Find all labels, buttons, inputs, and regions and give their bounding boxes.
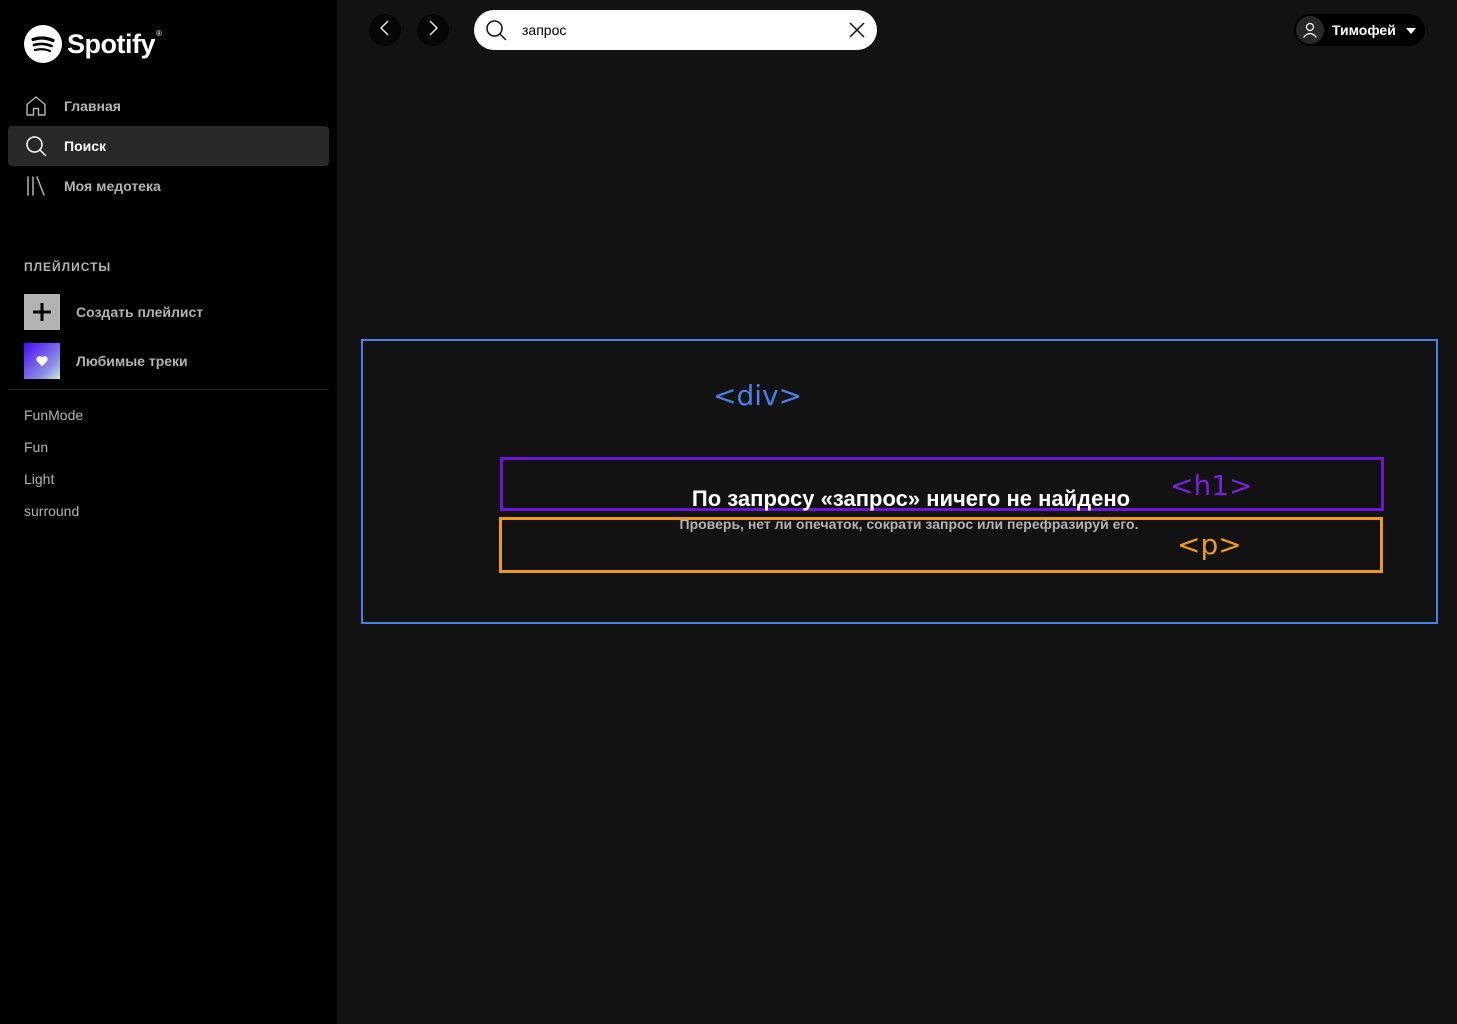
create-playlist-label: Создать плейлист [76,304,204,320]
playlist-item[interactable]: FunMode [24,405,83,437]
chevron-left-icon [377,20,393,41]
sidebar-divider [8,389,329,390]
liked-songs-button[interactable]: Любимые треки [24,343,188,379]
p-annotation-label: <p> [1177,528,1242,561]
search-icon [24,134,48,158]
chevron-right-icon [425,20,441,41]
forward-button[interactable] [417,14,449,46]
heart-icon [24,343,60,379]
spotify-logo[interactable]: Spotify® [24,25,162,63]
back-button[interactable] [369,14,401,46]
spotify-logo-icon [24,25,62,63]
nav-item-label: Главная [64,98,121,114]
plus-icon [24,294,60,330]
main-nav: Главная Поиск Моя медотека [8,86,329,206]
create-playlist-button[interactable]: Создать плейлист [24,294,203,330]
playlist-item[interactable]: Light [24,469,83,501]
nav-item-home[interactable]: Главная [8,86,329,126]
user-name: Тимофей [1332,22,1396,38]
nav-item-library[interactable]: Моя медотека [8,166,329,206]
no-results-title: По запросу «запрос» ничего не найдено [691,486,1131,511]
search-icon [484,18,508,47]
nav-item-search[interactable]: Поиск [8,126,329,166]
app: Spotify® Главная Поиск Моя медотека ПЛЕЙ… [0,0,1457,1024]
nav-item-label: Поиск [64,138,107,154]
playlist-item[interactable]: Fun [24,437,83,469]
nav-item-label: Моя медотека [64,178,161,194]
search-input[interactable] [522,10,832,50]
playlist-list: FunMode Fun Light surround [24,405,83,533]
playlists-header: ПЛЕЙЛИСТЫ [24,260,112,274]
search-box [474,10,877,50]
home-icon [24,94,48,118]
liked-songs-label: Любимые треки [76,353,188,369]
div-annotation-label: <div> [713,379,803,412]
playlist-item[interactable]: surround [24,501,83,533]
no-results-text: Проверь, нет ли опечаток, сократи запрос… [679,516,1139,532]
user-menu-button[interactable]: Тимофей [1294,14,1425,46]
clear-search-icon[interactable] [847,20,867,45]
library-icon [24,174,48,198]
brand-name: Spotify® [67,28,162,59]
caret-down-icon [1405,21,1416,39]
top-bar: Тимофей [337,0,1457,60]
sidebar: Spotify® Главная Поиск Моя медотека ПЛЕЙ… [0,0,337,1024]
user-avatar-icon [1296,16,1324,44]
